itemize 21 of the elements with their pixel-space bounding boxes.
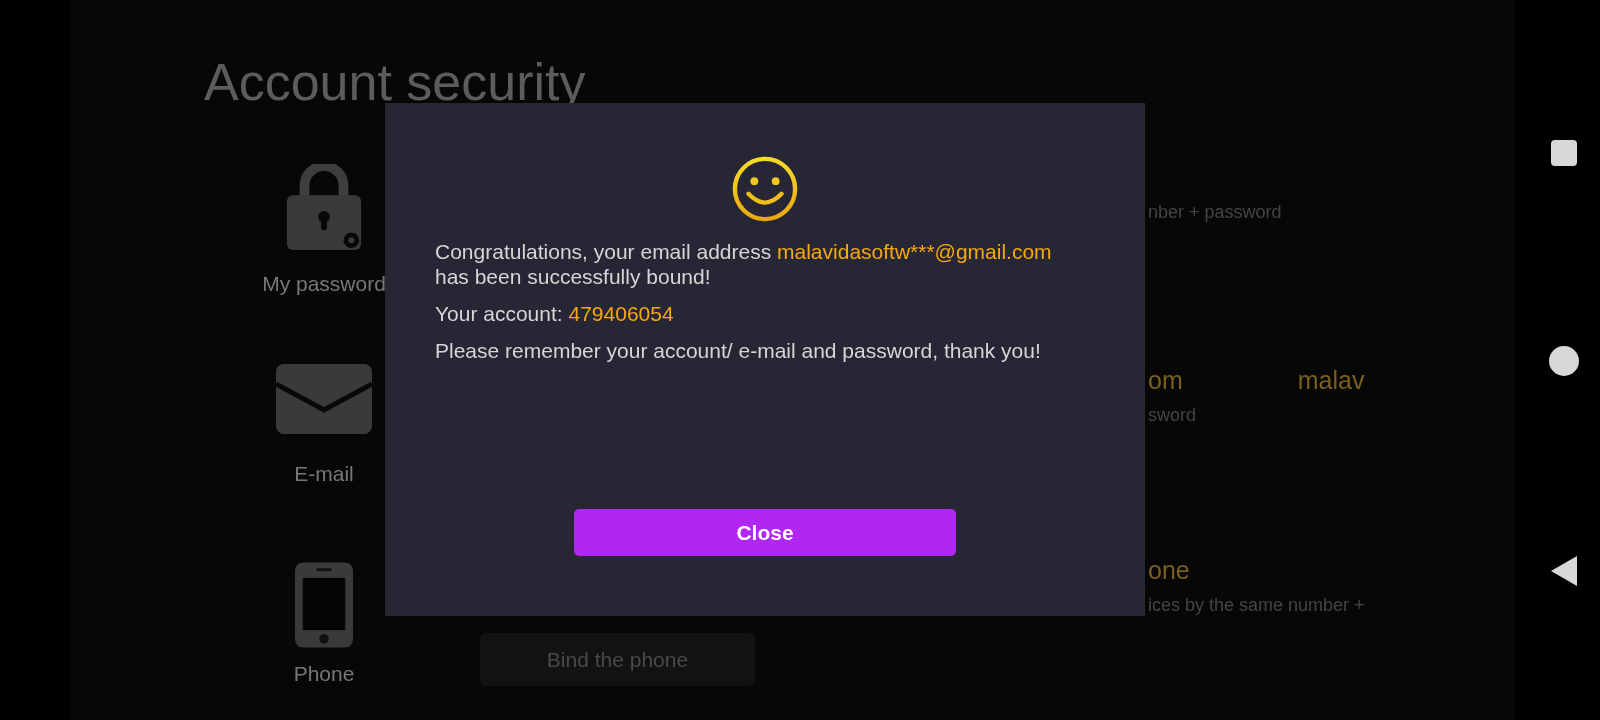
section-value: malav <box>1297 366 1365 395</box>
reminder-text: Please remember your account/ e-mail and password, thank you! <box>435 338 1041 363</box>
section-label: My password <box>262 272 386 296</box>
smiley-icon <box>731 155 799 223</box>
close-button[interactable]: Close <box>574 509 956 556</box>
section-description: ices by the same number + <box>1148 595 1366 616</box>
recent-apps-icon[interactable] <box>1550 140 1577 166</box>
section-description: sword <box>1148 405 1197 426</box>
page-title: Account security <box>204 56 587 112</box>
section-label: Phone <box>293 662 355 686</box>
section-value: om <box>1148 366 1183 395</box>
padlock-icon <box>285 164 363 252</box>
home-icon[interactable] <box>1548 346 1579 376</box>
account-number-text: Your account: 479406054 <box>435 301 674 326</box>
back-icon[interactable] <box>1550 556 1577 586</box>
section-label: E-mail <box>294 462 354 486</box>
section-description: nber + password <box>1148 202 1283 223</box>
envelope-icon <box>276 364 372 434</box>
phone-icon <box>295 562 353 648</box>
section-value: one <box>1148 556 1190 585</box>
success-message: Congratulations, your email address malavidasoftw***@gmail.com has been successfully bound! <box>435 239 1052 289</box>
